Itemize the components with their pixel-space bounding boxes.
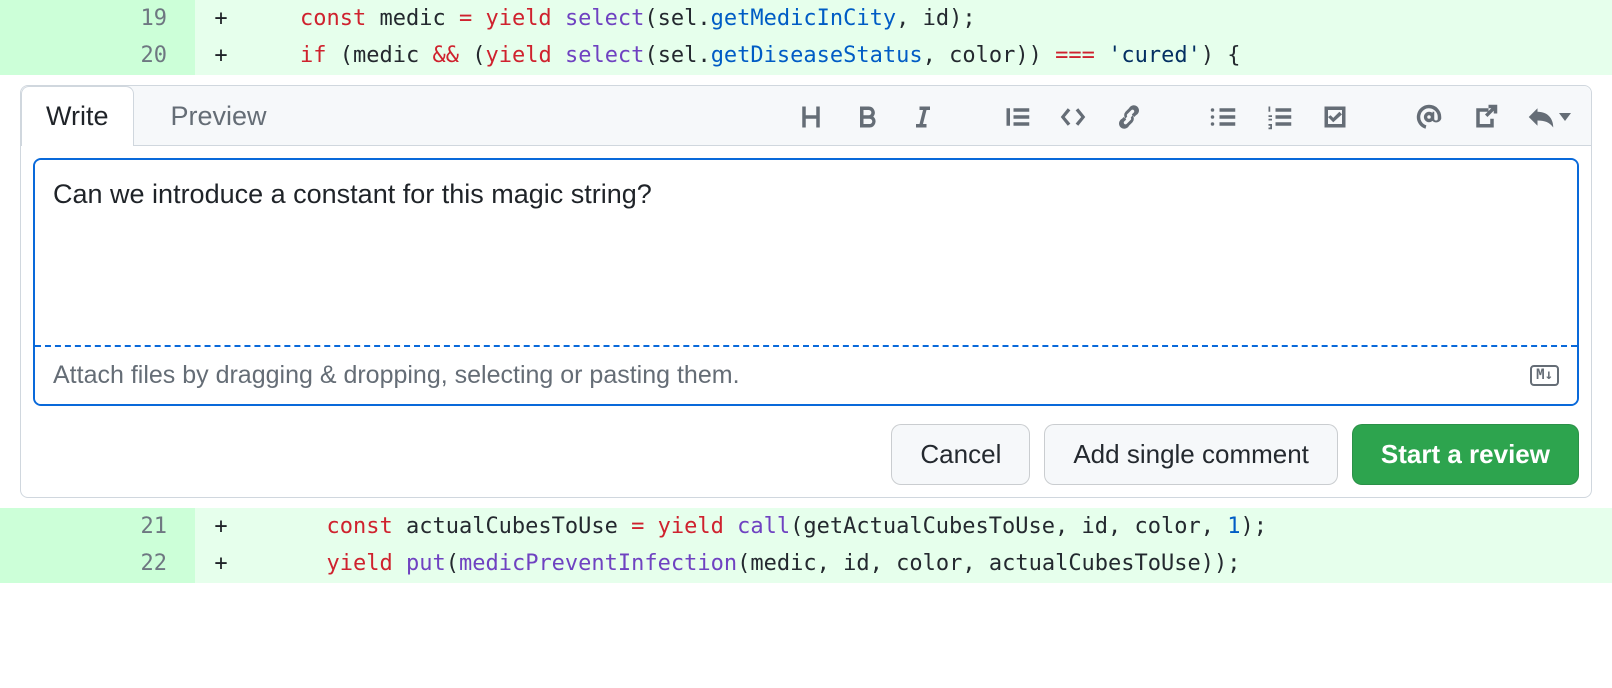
diff-marker: + <box>195 37 247 74</box>
comment-textarea-wrap: Attach files by dragging & dropping, sel… <box>33 158 1579 406</box>
start-review-button[interactable]: Start a review <box>1352 424 1579 485</box>
line-number[interactable]: 22 <box>0 545 195 582</box>
diff-hunk: 19 + const medic = yield select(sel.getM… <box>0 0 1612 75</box>
line-number[interactable]: 20 <box>0 37 195 74</box>
code: const actualCubesToUse = yield call(getA… <box>247 508 1612 545</box>
diff-marker: + <box>195 508 247 545</box>
attach-hint-text: Attach files by dragging & dropping, sel… <box>53 361 740 390</box>
comment-tab-toolbar: Write Preview <box>21 86 1591 146</box>
diff-hunk: 21 + const actualCubesToUse = yield call… <box>0 508 1612 583</box>
cross-reference-icon[interactable] <box>1471 103 1499 131</box>
comment-textarea[interactable] <box>35 160 1577 340</box>
unordered-list-icon[interactable] <box>1209 103 1237 131</box>
italic-icon[interactable] <box>909 103 937 131</box>
line-number[interactable]: 21 <box>0 508 195 545</box>
comment-actions: Cancel Add single comment Start a review <box>33 424 1579 485</box>
markdown-toolbar <box>789 89 1579 145</box>
markdown-badge-icon[interactable]: M↓ <box>1530 365 1559 386</box>
tasklist-icon[interactable] <box>1321 103 1349 131</box>
inline-comment-form: Write Preview <box>0 75 1612 508</box>
line-number[interactable]: 19 <box>0 0 195 37</box>
bold-icon[interactable] <box>853 103 881 131</box>
diff-line[interactable]: 22 + yield put(medicPreventInfection(med… <box>0 545 1612 582</box>
quote-icon[interactable] <box>1003 103 1031 131</box>
mention-icon[interactable] <box>1415 103 1443 131</box>
tab-preview[interactable]: Preview <box>146 86 292 146</box>
cancel-button[interactable]: Cancel <box>891 424 1030 485</box>
tab-write[interactable]: Write <box>21 86 134 146</box>
code: if (medic && (yield select(sel.getDiseas… <box>247 37 1612 74</box>
code: const medic = yield select(sel.getMedicI… <box>247 0 1612 37</box>
diff-marker: + <box>195 0 247 37</box>
diff-line[interactable]: 21 + const actualCubesToUse = yield call… <box>0 508 1612 545</box>
attach-hint[interactable]: Attach files by dragging & dropping, sel… <box>35 345 1577 404</box>
diff-line[interactable]: 19 + const medic = yield select(sel.getM… <box>0 0 1612 37</box>
code: yield put(medicPreventInfection(medic, i… <box>247 545 1612 582</box>
reply-icon[interactable] <box>1527 103 1571 131</box>
heading-icon[interactable] <box>797 103 825 131</box>
diff-marker: + <box>195 545 247 582</box>
add-single-comment-button[interactable]: Add single comment <box>1044 424 1338 485</box>
link-icon[interactable] <box>1115 103 1143 131</box>
ordered-list-icon[interactable] <box>1265 103 1293 131</box>
code-icon[interactable] <box>1059 103 1087 131</box>
diff-line[interactable]: 20 + if (medic && (yield select(sel.getD… <box>0 37 1612 74</box>
